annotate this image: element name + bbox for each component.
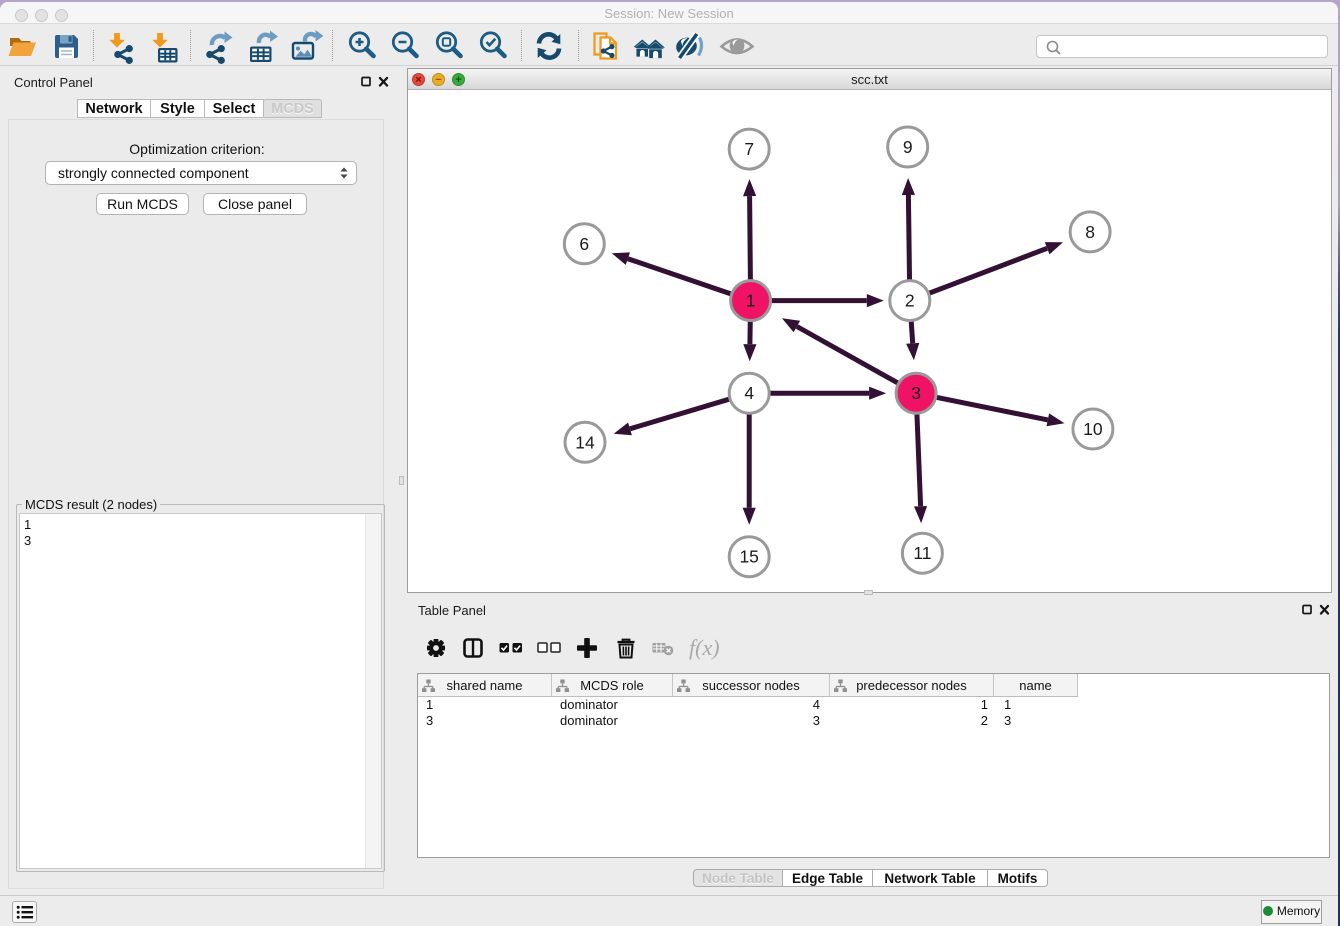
svg-text:1: 1 <box>746 291 756 311</box>
svg-text:9: 9 <box>903 137 913 157</box>
svg-text:2: 2 <box>905 291 915 311</box>
svg-text:6: 6 <box>579 234 589 254</box>
svg-text:7: 7 <box>744 139 754 159</box>
svg-text:4: 4 <box>744 383 754 403</box>
svg-text:10: 10 <box>1083 419 1103 439</box>
svg-text:14: 14 <box>575 432 595 452</box>
svg-text:15: 15 <box>739 547 758 567</box>
svg-text:8: 8 <box>1085 222 1095 242</box>
svg-text:3: 3 <box>911 383 921 403</box>
svg-text:11: 11 <box>913 543 931 563</box>
